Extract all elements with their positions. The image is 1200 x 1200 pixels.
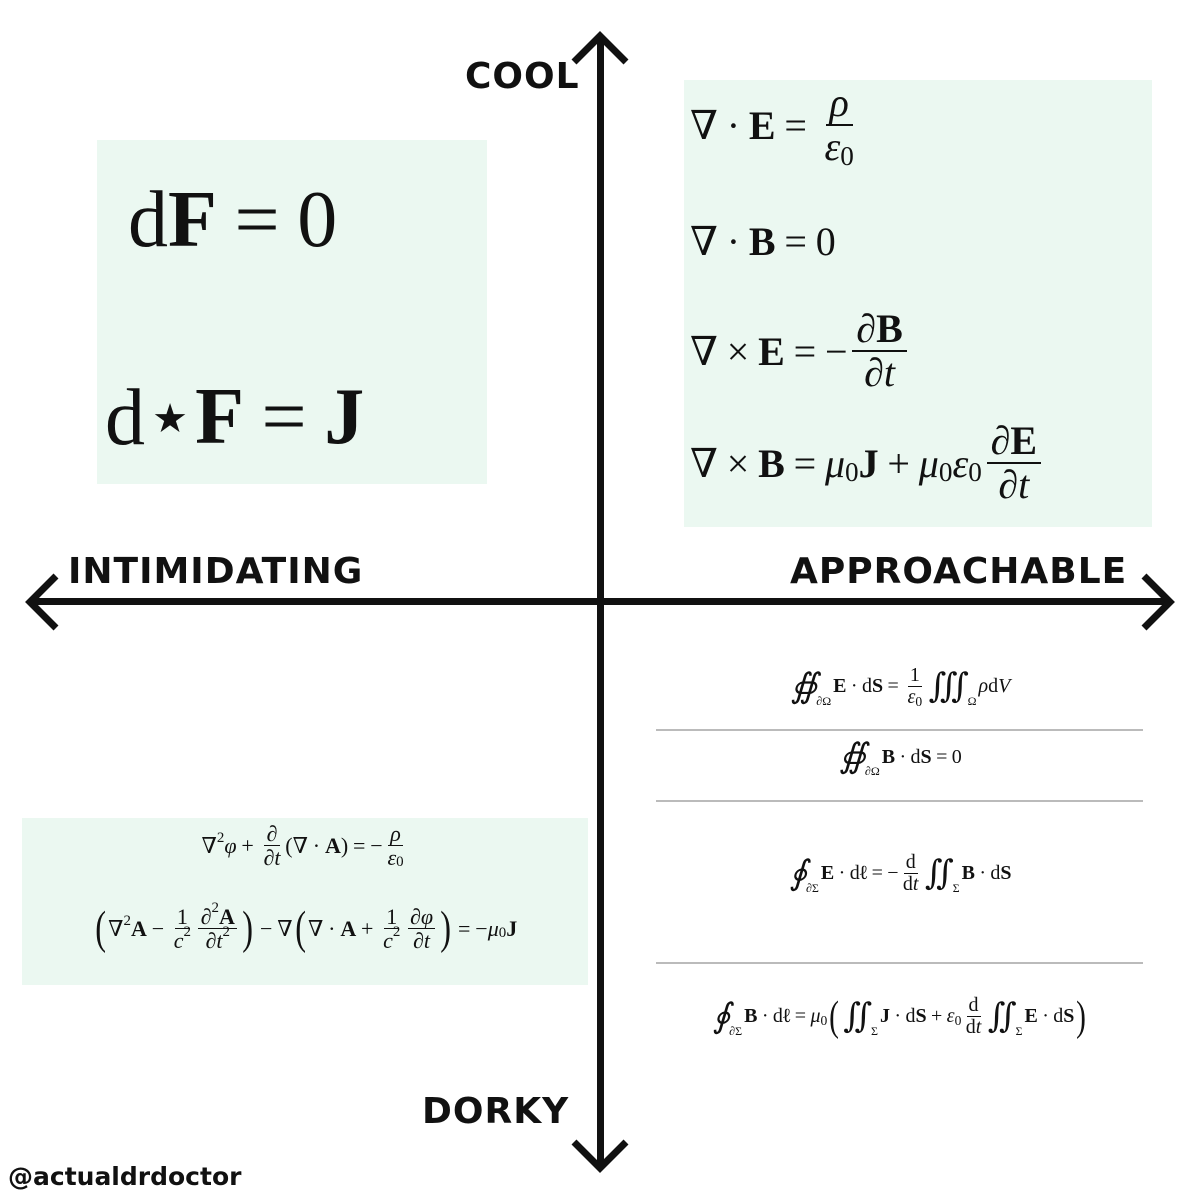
watermark: @actualdrdoctor <box>8 1162 242 1191</box>
arrow-up-icon <box>571 31 629 65</box>
arrow-right-icon <box>1141 573 1175 631</box>
axis-label-approachable: APPROACHABLE <box>790 551 1128 592</box>
axis-label-cool: COOL <box>465 56 580 97</box>
alignment-chart: d F = 0 d⋆ F = J ∇ · E = ρ ε 0 ∇ · B = 0 ∇ × E = − ∂ B ∂ t ∇ × B = μ… <box>0 0 1200 1200</box>
arrow-down-icon <box>571 1139 629 1173</box>
axis-label-intimidating: INTIMIDATING <box>68 551 364 592</box>
axis-label-dorky: DORKY <box>422 1091 570 1132</box>
arrowheads <box>25 31 1175 1173</box>
arrow-left-icon <box>25 573 59 631</box>
